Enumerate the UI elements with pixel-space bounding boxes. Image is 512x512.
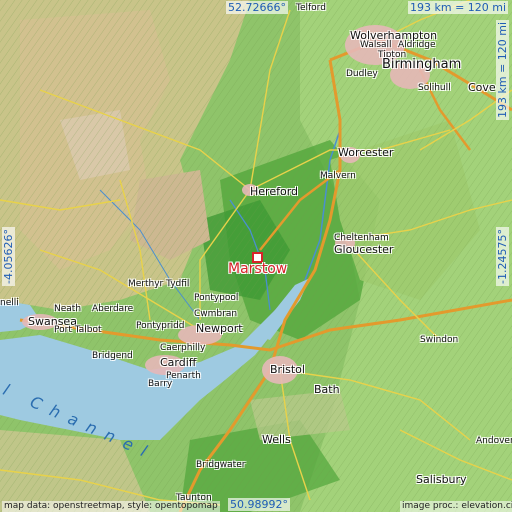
place-pontypool: Pontypool (194, 293, 239, 303)
coord-north: 52.72666° (226, 1, 288, 14)
scale-bar-top: 193 km = 120 mi (408, 1, 509, 14)
coord-south: 50.98992° (228, 498, 290, 511)
place-neath: Neath (54, 304, 82, 314)
place-hereford: Hereford (250, 185, 299, 198)
place-bridgwater: Bridgwater (196, 460, 246, 470)
place-caerphilly: Caerphilly (160, 343, 206, 353)
place-aberdare: Aberdare (92, 304, 134, 314)
place-andover: Andover (476, 436, 512, 446)
place-telford: Telford (296, 3, 326, 13)
place-coventry: Cove (468, 81, 496, 94)
place-cwmbran: Cwmbran (194, 309, 238, 319)
place-worcester: Worcester (338, 146, 394, 159)
place-llanelli: nelli (0, 298, 19, 308)
place-porttalbot: Port Talbot (54, 325, 102, 335)
marker-label: Marstow (228, 261, 288, 277)
place-cheltenham: Cheltenham (334, 233, 389, 243)
place-gloucester: Gloucester (334, 243, 394, 256)
place-birmingham: Birmingham (382, 57, 462, 72)
place-salisbury: Salisbury (416, 473, 467, 486)
coord-west: -4.05626° (2, 227, 15, 286)
place-merthyr: Merthyr Tydfil (128, 279, 190, 289)
place-barry: Barry (148, 379, 173, 389)
place-bath: Bath (314, 383, 340, 396)
place-solihull: Solihull (418, 83, 451, 93)
place-malvern: Malvern (320, 171, 356, 181)
place-cardiff: Cardiff (160, 356, 197, 369)
place-aldridge: Aldridge (398, 40, 436, 50)
place-bristol: Bristol (270, 363, 305, 376)
attribution-right[interactable]: image proc.: elevation.city (400, 501, 512, 512)
coord-east: -1.24575° (496, 227, 509, 286)
place-walsall: Walsall (360, 40, 392, 50)
place-swindon: Swindon (420, 335, 459, 345)
attribution-left[interactable]: map data: openstreetmap, style: opentopo… (2, 501, 220, 512)
place-bridgend: Bridgend (92, 351, 133, 361)
place-wells: Wells (262, 433, 291, 446)
place-pontypridd: Pontypridd (136, 321, 185, 331)
place-dudley: Dudley (346, 69, 378, 79)
place-newport: Newport (196, 322, 243, 335)
scale-bar-right: 193 km = 120 mi (496, 19, 509, 120)
